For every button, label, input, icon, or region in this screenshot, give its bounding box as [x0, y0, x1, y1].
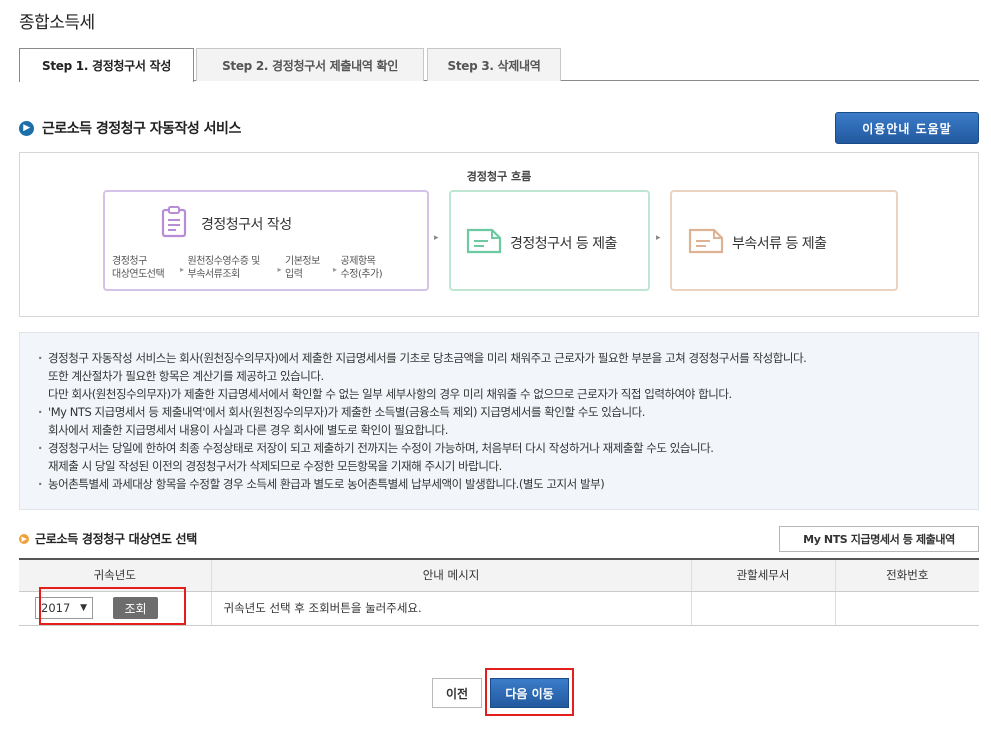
highlight-box-year	[39, 587, 186, 625]
tab-step3[interactable]: Step 3. 삭제내역	[427, 48, 561, 81]
chevron-right-icon: ▸	[180, 265, 184, 274]
flow-card-write: 경정청구서 작성 경정청구 대상연도선택 ▸ 원천징수영수증 및 부속서류조회 …	[103, 190, 429, 291]
tab-step2[interactable]: Step 2. 경정청구서 제출내역 확인	[196, 48, 424, 81]
chevron-right-circle-icon: ▶	[19, 120, 34, 136]
section-title-text: 근로소득 경정청구 자동작성 서비스	[42, 121, 241, 137]
office-cell	[690, 591, 835, 626]
phone-cell	[834, 591, 979, 626]
info-item: 또한 계산절차가 필요한 항목은 계산기를 제공하고 있습니다.	[48, 369, 324, 383]
flow-card-write-title: 경정청구서 작성	[201, 217, 292, 233]
tab-step1[interactable]: Step 1. 경정청구서 작성	[19, 48, 194, 82]
flow-title: 경정청구 흐름	[466, 170, 532, 183]
clipboard-icon	[161, 206, 187, 242]
message-cell: 귀속년도 선택 후 조회버튼을 눌러주세요.	[210, 591, 691, 626]
flow-card-attachments: 부속서류 등 제출	[670, 190, 898, 291]
chevron-right-icon: ▸	[434, 233, 439, 243]
substep-1: 경정청구 대상연도선택	[112, 256, 165, 280]
chevron-right-icon: ▸	[656, 233, 661, 243]
chevron-right-circle-icon: ▶	[19, 533, 29, 544]
flow-card-submit-title: 경정청구서 등 제출	[510, 236, 617, 252]
column-header-phone: 전화번호	[834, 559, 979, 592]
highlight-box-next	[485, 668, 574, 716]
step-tabs: Step 1. 경정청구서 작성 Step 2. 경정청구서 제출내역 확인 S…	[19, 48, 979, 82]
section-title-text: 근로소득 경정청구 대상연도 선택	[35, 532, 197, 546]
help-guide-button[interactable]: 이용안내 도움말	[835, 112, 979, 144]
flow-diagram: 경정청구 흐름 경정청구서 작성 경정청구 대상연도선택 ▸ 원천징수영수증 및…	[19, 152, 979, 317]
info-notice-box: 경정청구 자동작성 서비스는 회사(원천징수의무자)에서 제출한 지급명세서를 …	[19, 332, 979, 510]
chevron-right-icon: ▸	[333, 265, 337, 274]
document-icon	[688, 228, 724, 258]
info-item: 회사에서 제출한 지급명세서 내용이 사실과 다른 경우 회사에 별도로 확인이…	[48, 423, 448, 437]
column-header-office: 관할세무서	[690, 559, 835, 592]
flow-card-submit: 경정청구서 등 제출	[449, 190, 650, 291]
substep-2: 원천징수영수증 및 부속서류조회	[187, 256, 261, 280]
info-item: 경정청구서는 당일에 한하여 최종 수정상태로 저장이 되고 제출하기 전까지는…	[38, 439, 978, 457]
info-item: 다만 회사(원천징수의무자)가 제출한 지급명세서에서 확인할 수 없는 일부 …	[48, 387, 732, 401]
my-nts-statements-button[interactable]: My NTS 지급명세서 등 제출내역	[779, 526, 979, 552]
section-title-year-select: ▶ 근로소득 경정청구 대상연도 선택	[19, 530, 197, 547]
substep-4: 공제항목 수정(추가)	[340, 256, 383, 280]
chevron-right-icon: ▸	[277, 265, 282, 274]
column-header-message: 안내 메시지	[210, 559, 691, 592]
page-title: 종합소득세	[19, 13, 95, 33]
substep-3: 기본정보 입력	[285, 256, 320, 280]
prev-button[interactable]: 이전	[432, 678, 482, 708]
flow-card-attachments-title: 부속서류 등 제출	[732, 236, 827, 252]
substeps: 경정청구 대상연도선택 ▸ 원천징수영수증 및 부속서류조회 ▸ 기본정보 입력…	[112, 255, 422, 281]
section-title-auto-service: ▶ 근로소득 경정청구 자동작성 서비스	[19, 118, 241, 138]
info-item: 경정청구 자동작성 서비스는 회사(원천징수의무자)에서 제출한 지급명세서를 …	[38, 349, 978, 367]
document-icon	[466, 228, 502, 258]
info-item: 'My NTS 지급명세서 등 제출내역'에서 회사(원천징수의무자)가 제출한…	[38, 403, 978, 421]
info-item: 농어촌특별세 과세대상 항목을 수정할 경우 소득세 환급과 별도로 농어촌특별…	[38, 475, 978, 493]
info-item: 재제출 시 당일 작성된 이전의 경정청구서가 삭제되므로 수정한 모든항목을 …	[48, 459, 502, 473]
